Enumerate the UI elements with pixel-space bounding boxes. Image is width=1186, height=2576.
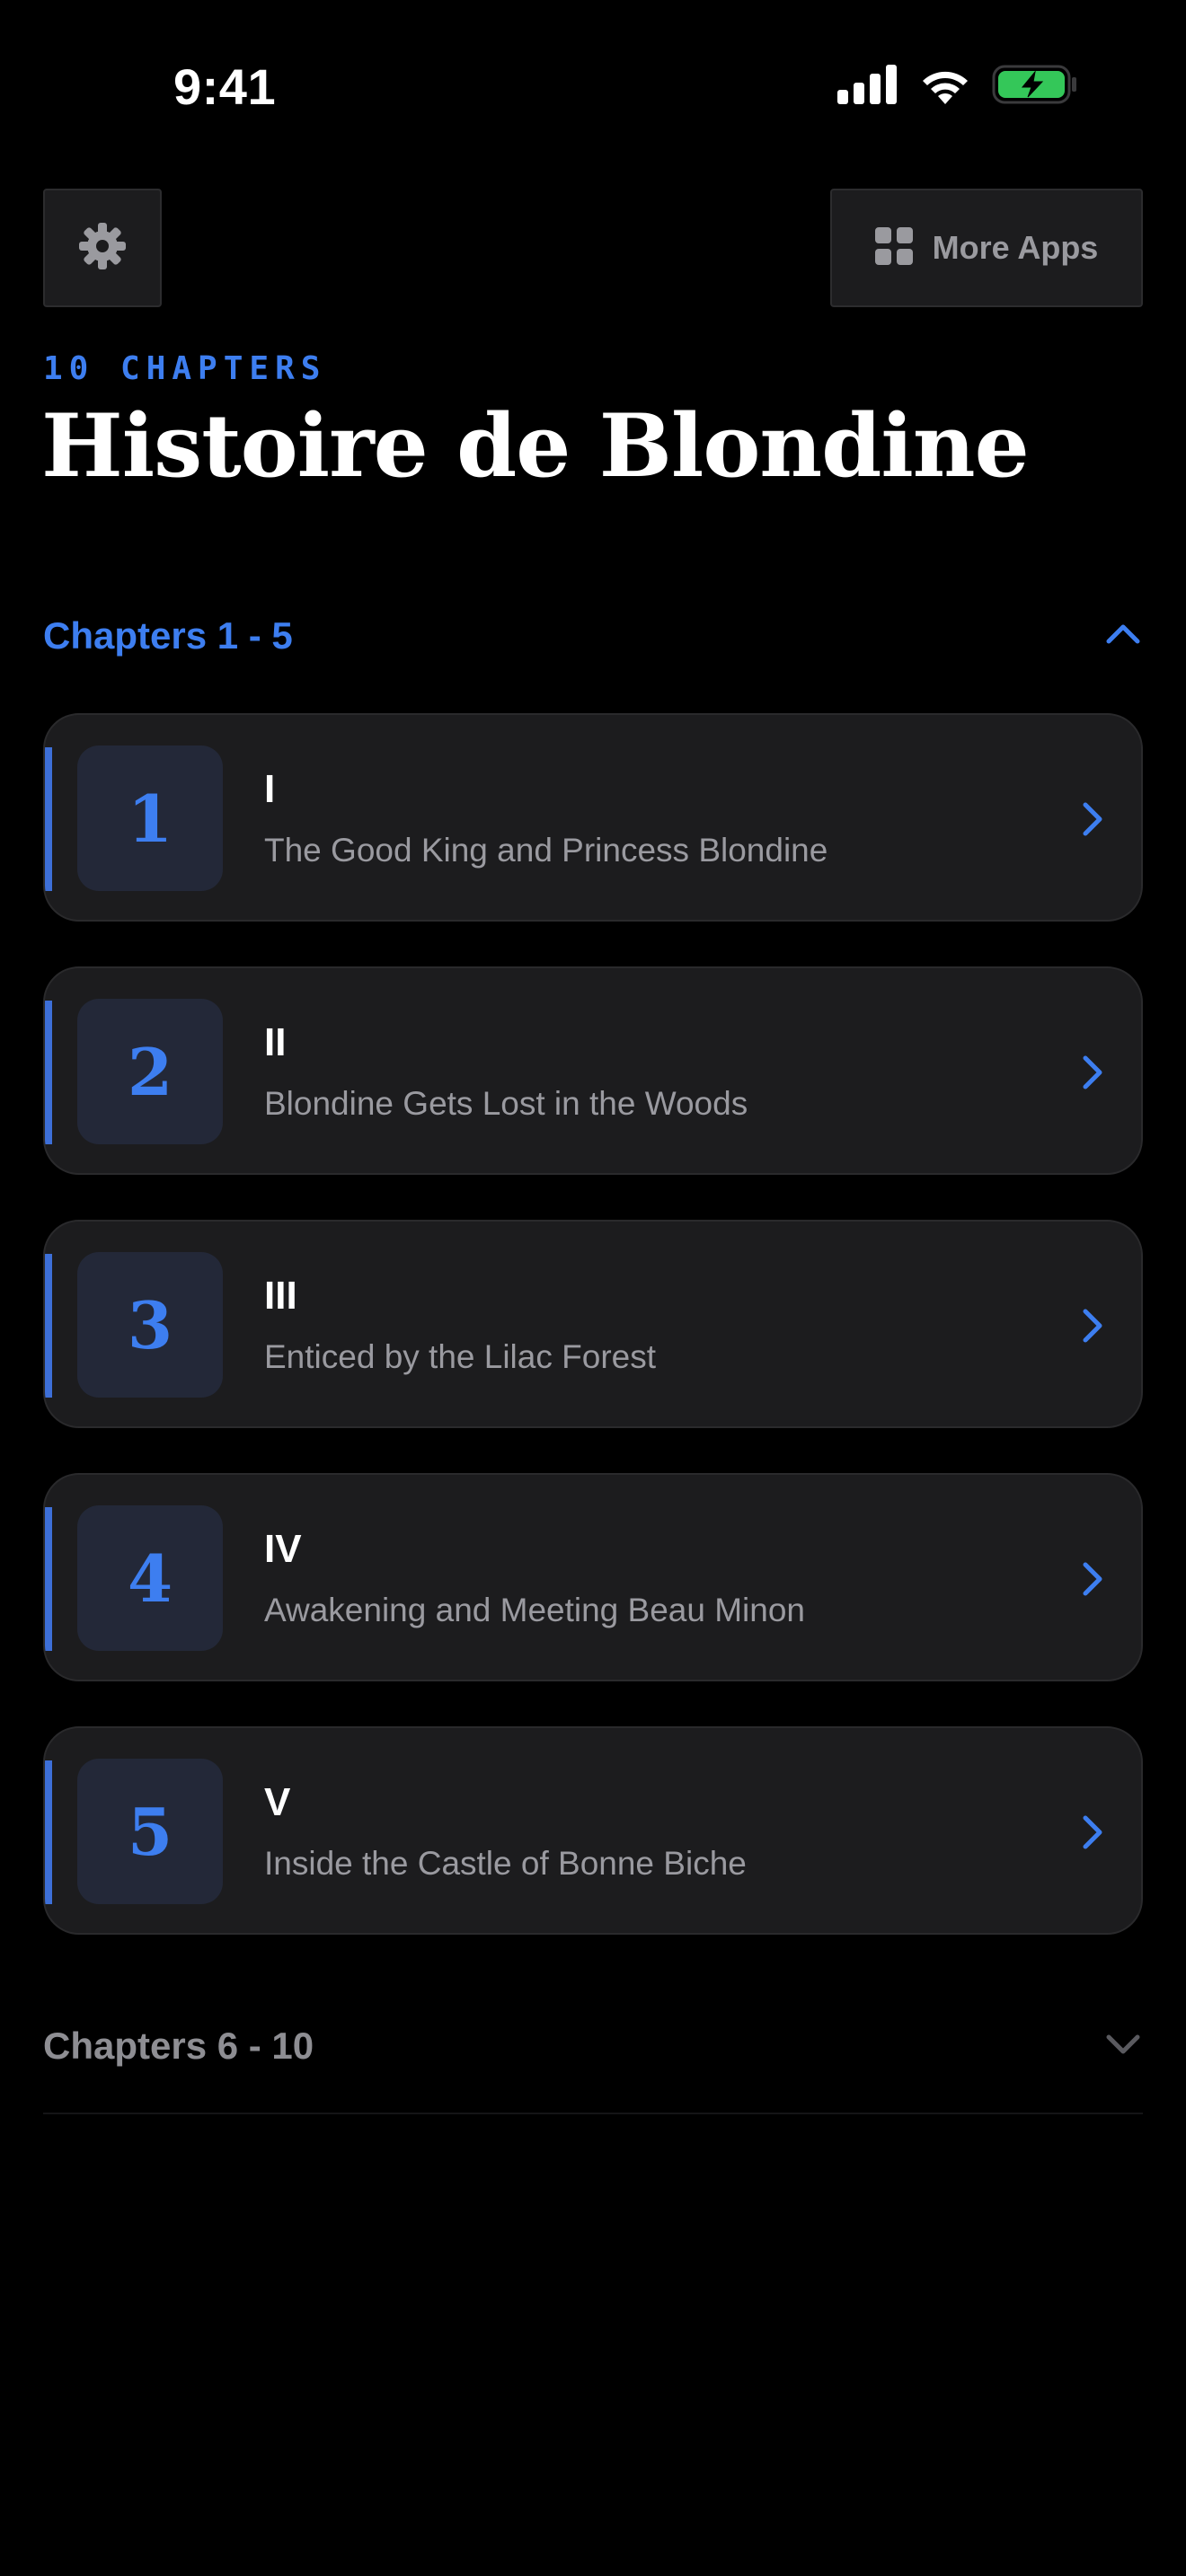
card-accent	[45, 1760, 52, 1904]
chapter-card-1[interactable]: 1 I The Good King and Princess Blondine	[43, 713, 1143, 922]
chevron-right-icon	[1069, 796, 1116, 842]
chapter-number-tile: 1	[77, 745, 223, 891]
more-apps-button[interactable]: More Apps	[830, 189, 1143, 307]
chapter-subtitle: Awakening and Meeting Beau Minon	[264, 1592, 806, 1628]
chevron-right-icon	[1069, 1809, 1116, 1856]
wifi-icon	[918, 65, 972, 109]
chapter-number-tile: 5	[77, 1759, 223, 1904]
chapter-subtitle: Enticed by the Lilac Forest	[264, 1338, 656, 1375]
status-time: 9:41	[173, 58, 277, 115]
card-accent	[45, 1001, 52, 1144]
page-title: Histoire de Blondine	[41, 395, 1030, 497]
chapter-subtitle: Inside the Castle of Bonne Biche	[264, 1845, 747, 1882]
card-accent	[45, 1507, 52, 1651]
chapter-number-tile: 4	[77, 1505, 223, 1651]
chapter-list: 1 I The Good King and Princess Blondine …	[43, 713, 1143, 1980]
section-divider	[43, 2113, 1143, 2114]
chapter-subtitle: The Good King and Princess Blondine	[264, 832, 828, 869]
grid-icon	[874, 226, 913, 269]
status-icons	[837, 63, 1078, 110]
chevron-right-icon	[1069, 1556, 1116, 1602]
section-title: Chapters 1 - 5	[43, 614, 293, 657]
chapter-subtitle: Blondine Gets Lost in the Woods	[264, 1085, 748, 1122]
gear-icon	[77, 221, 128, 276]
chevron-right-icon	[1069, 1049, 1116, 1096]
chapter-number: 5	[127, 1793, 173, 1870]
chevron-right-icon	[1069, 1302, 1116, 1349]
chapter-roman-numeral: III	[264, 1274, 297, 1318]
section-title: Chapters 6 - 10	[43, 2025, 314, 2067]
chapter-card-3[interactable]: 3 III Enticed by the Lilac Forest	[43, 1220, 1143, 1428]
section-header-chapters-1-5[interactable]: Chapters 1 - 5	[43, 600, 1143, 672]
chapter-number: 1	[127, 780, 173, 857]
chevron-down-icon	[1103, 2025, 1143, 2069]
cellular-signal-icon	[837, 64, 898, 109]
section-header-chapters-6-10[interactable]: Chapters 6 - 10	[43, 2010, 1143, 2082]
chapter-number: 2	[127, 1033, 173, 1110]
card-accent	[45, 1254, 52, 1398]
screen: 9:41 More Apps 10 CHAPTERS Histoire de B…	[0, 0, 1186, 2576]
chapter-card-4[interactable]: 4 IV Awakening and Meeting Beau Minon	[43, 1473, 1143, 1681]
chapter-card-5[interactable]: 5 V Inside the Castle of Bonne Biche	[43, 1726, 1143, 1935]
chapter-card-2[interactable]: 2 II Blondine Gets Lost in the Woods	[43, 966, 1143, 1175]
chapter-number-tile: 3	[77, 1252, 223, 1398]
status-bar: 9:41	[0, 0, 1186, 171]
more-apps-label: More Apps	[932, 229, 1099, 266]
chapter-roman-numeral: V	[264, 1780, 291, 1824]
chapter-count: 10 CHAPTERS	[43, 350, 327, 387]
card-accent	[45, 747, 52, 891]
chapter-number: 3	[127, 1286, 173, 1363]
chapter-number-tile: 2	[77, 999, 223, 1144]
battery-charging-icon	[992, 63, 1078, 110]
chapter-roman-numeral: II	[264, 1020, 287, 1064]
chapter-roman-numeral: IV	[264, 1527, 302, 1571]
settings-button[interactable]	[43, 189, 162, 307]
chevron-up-icon	[1103, 614, 1143, 658]
chapter-number: 4	[127, 1539, 173, 1617]
chapter-roman-numeral: I	[264, 767, 276, 811]
